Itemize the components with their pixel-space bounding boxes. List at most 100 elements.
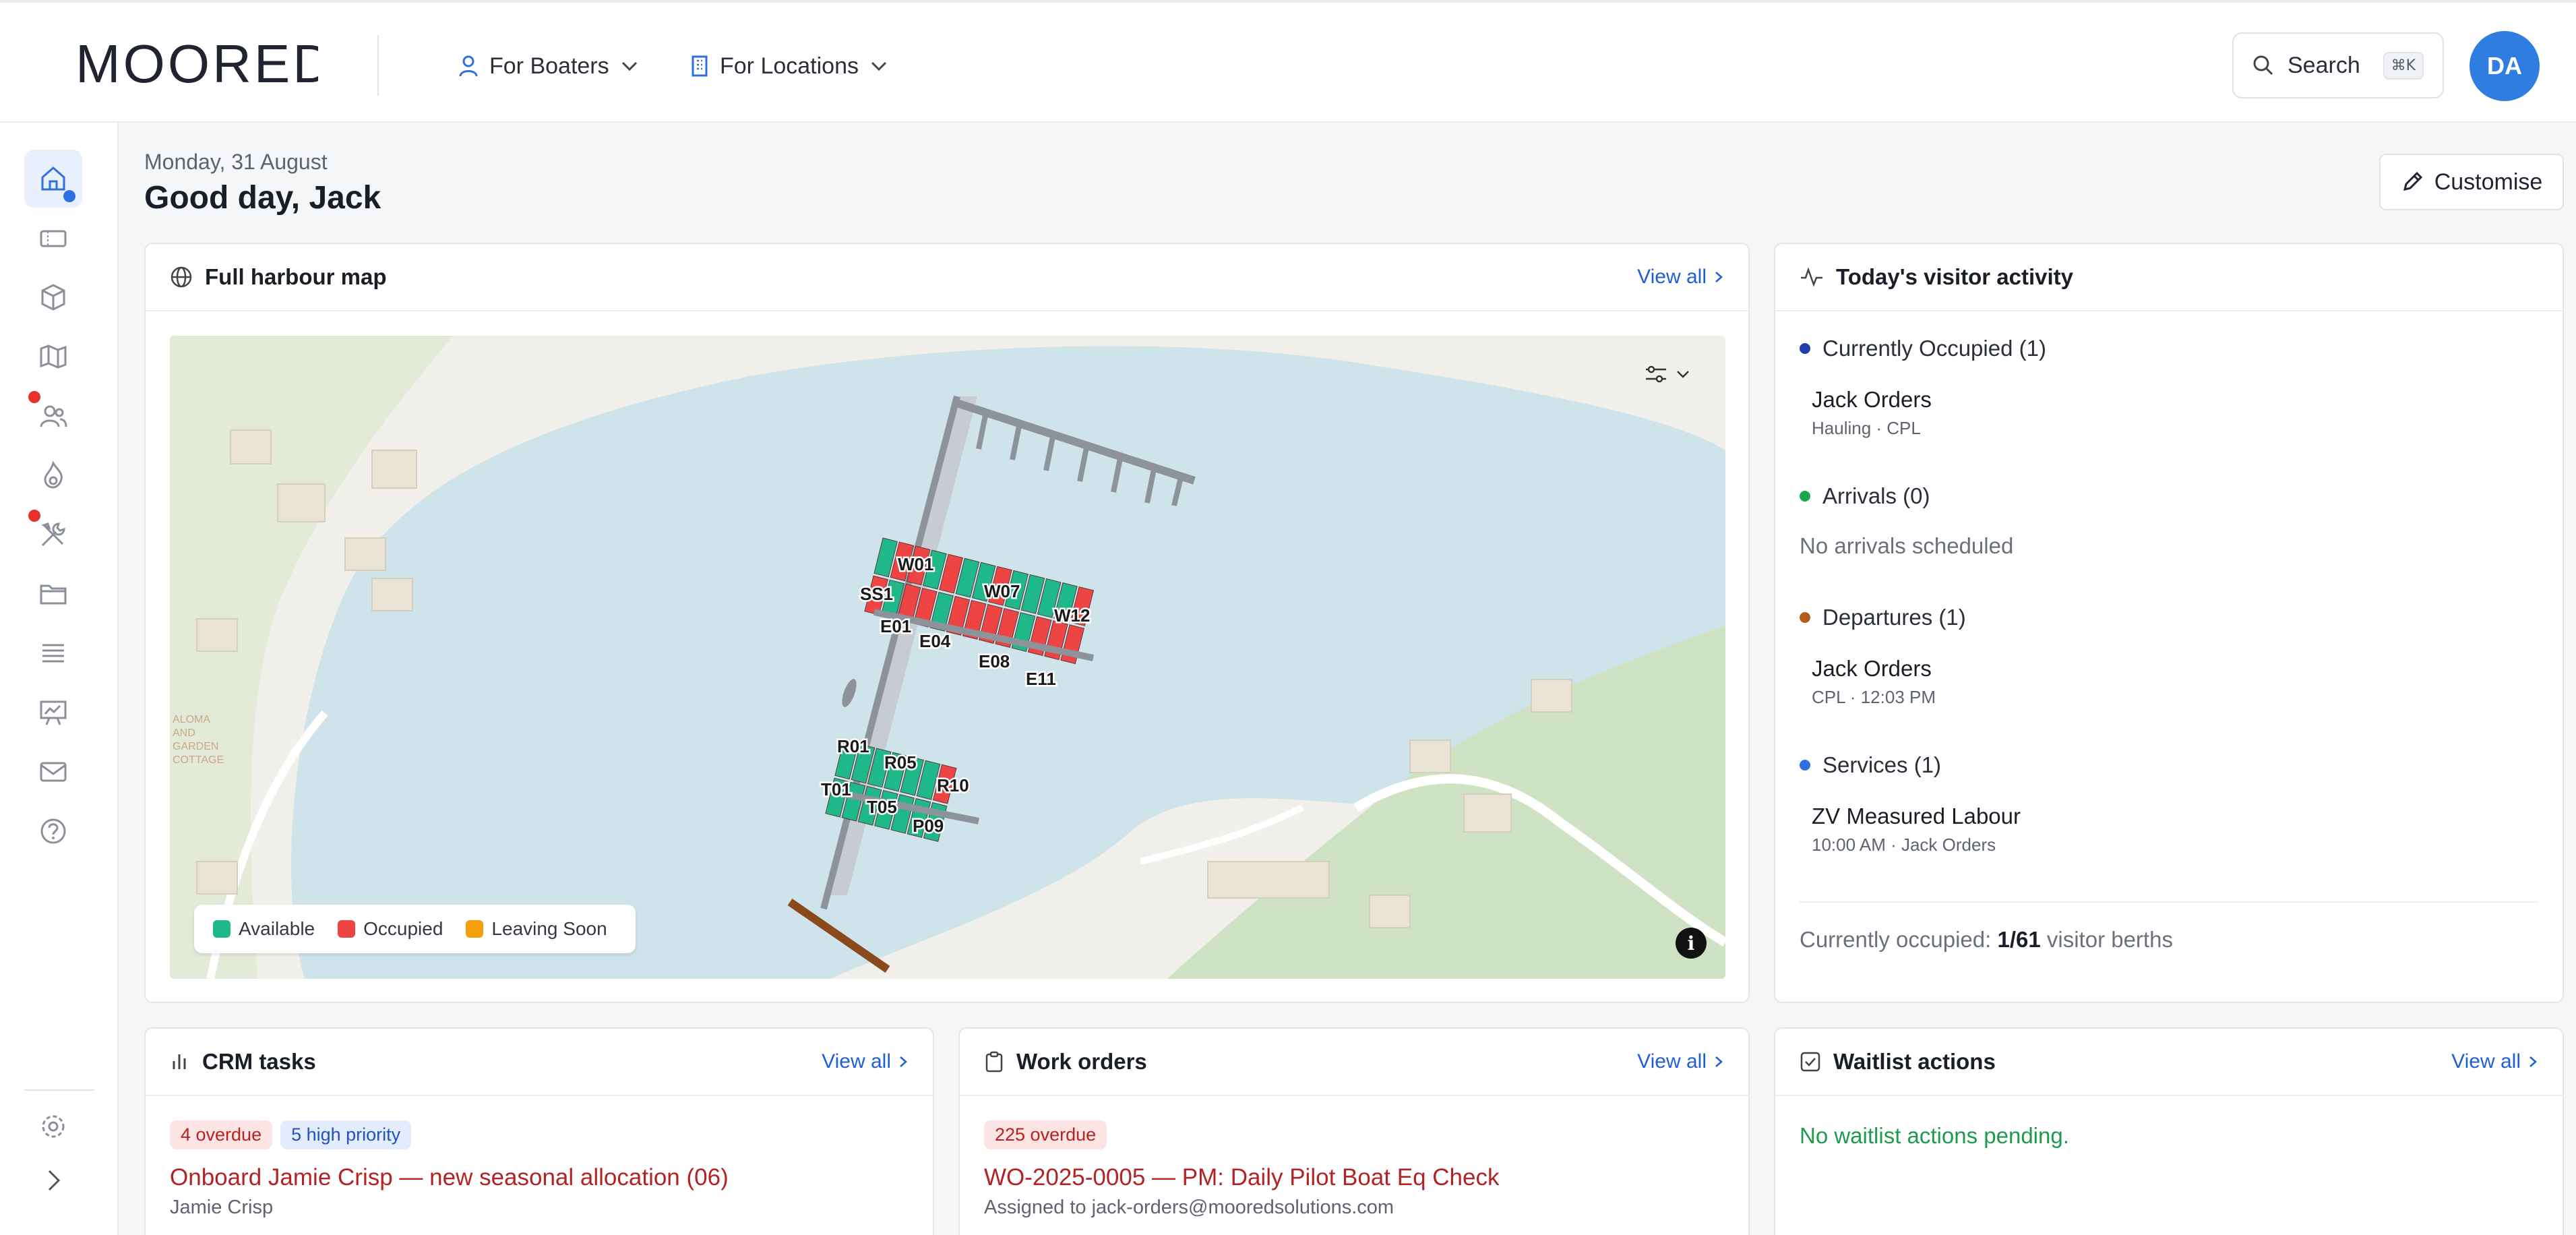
berth-label[interactable]: R01 (836, 735, 871, 758)
list-icon (42, 644, 64, 663)
view-all-label: View all (2451, 1050, 2521, 1073)
sidebar-expand-button[interactable] (24, 1151, 82, 1209)
berth-label[interactable]: P09 (911, 814, 946, 838)
building (277, 483, 326, 522)
help-icon (40, 818, 66, 844)
harbour-map-card: Full harbour map View all ALOMA AND GARD… (144, 243, 1750, 1003)
sidebar-item-map[interactable] (24, 328, 82, 386)
legend-swatch (213, 920, 231, 938)
building (1531, 679, 1572, 713)
card-title: Today's visitor activity (1836, 264, 2074, 289)
search-label: Search (2288, 52, 2360, 78)
visitor-name[interactable]: Jack Orders (1812, 656, 2538, 682)
users-icon (40, 405, 67, 427)
sidebar-item-customers[interactable] (24, 387, 82, 445)
chevron-right-icon (2529, 1056, 2537, 1067)
berth-label[interactable]: E08 (977, 650, 1012, 673)
work-order-title[interactable]: WO-2025-0005 — PM: Daily Pilot Boat Eq C… (984, 1164, 1724, 1191)
moored-logo[interactable]: MOORED (75, 34, 318, 94)
building (196, 861, 238, 895)
priority-badge: 5 high priority (280, 1120, 412, 1149)
visitor-name[interactable]: Jack Orders (1812, 387, 2538, 413)
flame-icon (44, 460, 63, 489)
legend-swatch (338, 920, 356, 938)
sidebar-item-help[interactable] (24, 802, 82, 860)
section-arrivals: Arrivals (0) (1800, 483, 2538, 509)
crm-tasks-card: CRM tasks View all 4 overdue 5 high prior… (144, 1027, 934, 1235)
berth-label[interactable]: W07 (983, 580, 1022, 603)
building (344, 537, 386, 571)
section-departures: Departures (1) (1800, 605, 2538, 630)
status-dot (1800, 612, 1810, 623)
sidebar-item-documents[interactable] (24, 565, 82, 623)
view-all-link[interactable]: View all (1637, 1050, 1724, 1073)
summary-suffix: visitor berths (2040, 927, 2173, 952)
section-services: Services (1) (1800, 752, 2538, 778)
sliders-icon (1646, 365, 1666, 383)
harbour-map-canvas[interactable]: ALOMA AND GARDEN COTTAGE W01 SS1 W07 W12… (170, 336, 1725, 979)
status-dot (1800, 343, 1810, 354)
waitlist-body: No waitlist actions pending. (1775, 1096, 2563, 1149)
service-detail: 10:00 AM · Jack Orders (1812, 835, 1996, 855)
shore-label: ALOMA (173, 714, 210, 725)
harbour-map[interactable]: ALOMA AND GARDEN COTTAGE W01 SS1 W07 W12… (170, 336, 1725, 979)
building (1463, 793, 1512, 833)
berth-label[interactable]: E01 (879, 615, 913, 638)
expand-icon (48, 1170, 61, 1191)
home-icon (41, 167, 65, 191)
nav-for-boaters[interactable]: For Boaters (458, 46, 639, 86)
map-info-button[interactable]: i (1676, 928, 1707, 959)
view-all-link[interactable]: View all (822, 1050, 909, 1073)
map-filter-button[interactable] (1645, 364, 1690, 384)
map-icon (40, 344, 67, 369)
berth-label[interactable]: E11 (1024, 667, 1058, 691)
berth-label[interactable]: T05 (865, 795, 899, 819)
sidebar-item-maintenance[interactable] (24, 506, 82, 564)
berth-label[interactable]: SS1 (859, 582, 895, 606)
view-all-link[interactable]: View all (2451, 1050, 2538, 1073)
notification-dot (63, 190, 75, 202)
work-orders-card: Work orders View all 225 overdue WO-2025… (958, 1027, 1750, 1235)
alert-dot (28, 510, 40, 522)
berth-label[interactable]: W01 (896, 553, 936, 576)
sidebar-item-messages[interactable] (24, 743, 82, 801)
card-title: Work orders (1016, 1049, 1147, 1074)
berth-label[interactable]: E04 (918, 630, 953, 653)
card-header: Today's visitor activity (1775, 244, 2563, 311)
user-avatar[interactable]: DA (2470, 31, 2540, 101)
greeting-date: Monday, 31 August (144, 150, 328, 174)
berth-label[interactable]: T01 (820, 778, 853, 802)
bar-chart-icon (173, 1054, 186, 1069)
sidebar-item-settings[interactable] (24, 1097, 82, 1155)
berth-label[interactable]: W12 (1053, 604, 1092, 628)
sidebar-item-tickets[interactable] (24, 209, 82, 267)
card-header: CRM tasks View all (146, 1029, 933, 1096)
berth-label[interactable]: R05 (883, 751, 919, 775)
legend-item-occupied: Occupied (338, 918, 443, 940)
shore-label: AND (173, 727, 195, 739)
checkbox-icon (1800, 1052, 1820, 1072)
sidebar-item-hot[interactable] (24, 446, 82, 504)
customise-button[interactable]: Customise (2379, 154, 2564, 210)
sidebar-item-reports[interactable] (24, 684, 82, 742)
shore-label: GARDEN (173, 741, 218, 752)
service-name[interactable]: ZV Measured Labour (1812, 804, 2538, 829)
search-icon (2253, 55, 2273, 76)
sidebar-item-home[interactable] (24, 150, 82, 208)
berth-label[interactable]: R10 (936, 774, 971, 797)
view-all-label: View all (1637, 266, 1707, 288)
moored-logo-mark: MOORED (75, 34, 318, 94)
nav-for-locations[interactable]: For Locations (690, 46, 888, 86)
task-title[interactable]: Onboard Jamie Crisp — new seasonal alloc… (170, 1164, 909, 1191)
building (196, 618, 238, 652)
chevron-right-icon (1715, 1056, 1723, 1067)
sidebar-item-inventory[interactable] (24, 268, 82, 326)
view-all-label: View all (1637, 1050, 1707, 1073)
greeting-title: Good day, Jack (144, 180, 381, 216)
chevron-right-icon (900, 1056, 907, 1067)
sidebar-item-lists[interactable] (24, 624, 82, 682)
view-all-link[interactable]: View all (1637, 266, 1724, 289)
logo-text: MOORED (75, 34, 318, 94)
chevron-down-icon (1677, 371, 1689, 378)
search-button[interactable]: Search ⌘K (2232, 32, 2444, 98)
